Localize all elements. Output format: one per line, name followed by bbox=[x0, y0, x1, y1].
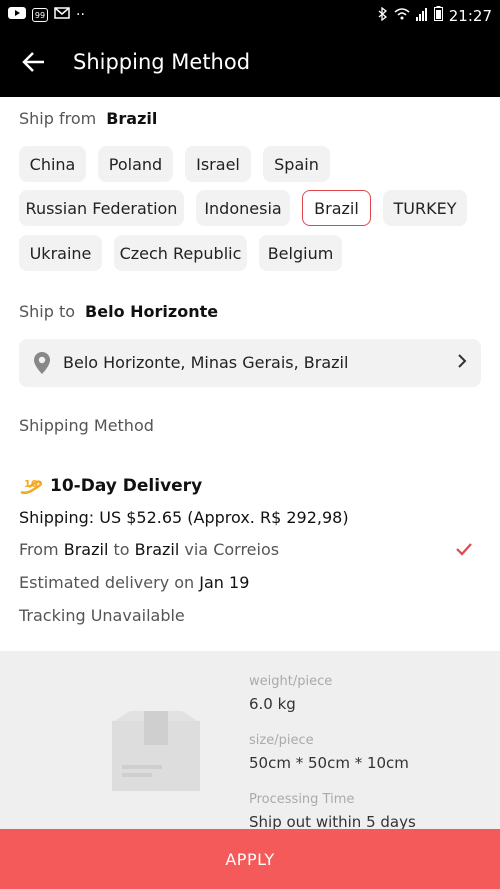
weight-value: 6.0 kg bbox=[249, 695, 296, 713]
country-chip-poland[interactable]: Poland bbox=[98, 146, 173, 182]
package-info-panel: weight/piece 6.0 kg size/piece 50cm * 50… bbox=[0, 651, 500, 831]
size-label: size/piece bbox=[249, 733, 314, 748]
country-chip-indonesia[interactable]: Indonesia bbox=[196, 190, 290, 226]
chevron-right-icon bbox=[457, 353, 467, 374]
tracking-status: Tracking Unavailable bbox=[19, 606, 185, 625]
country-chip-brazil[interactable]: Brazil bbox=[302, 190, 371, 226]
estimated-delivery-date: Jan 19 bbox=[199, 573, 250, 592]
country-chip-israel[interactable]: Israel bbox=[185, 146, 251, 182]
ship-from-header: Ship from Brazil bbox=[19, 109, 158, 128]
delivery-badge-icon: 10 bbox=[19, 476, 43, 496]
country-chip-russian-federation[interactable]: Russian Federation bbox=[19, 190, 184, 226]
mail-icon bbox=[54, 6, 70, 24]
country-chip-czech-republic[interactable]: Czech Republic bbox=[114, 235, 247, 271]
more-notifications-icon: ·· bbox=[76, 7, 85, 23]
ship-to-address-selector[interactable]: Belo Horizonte, Minas Gerais, Brazil bbox=[19, 339, 481, 387]
ship-to-address: Belo Horizonte, Minas Gerais, Brazil bbox=[63, 353, 349, 372]
shipping-cost: US $52.65 (Approx. R$ 292,98) bbox=[99, 508, 349, 527]
estimated-delivery-line: Estimated delivery on Jan 19 bbox=[19, 573, 250, 592]
size-value: 50cm * 50cm * 10cm bbox=[249, 754, 409, 772]
country-chip-china[interactable]: China bbox=[19, 146, 86, 182]
weight-label: weight/piece bbox=[249, 674, 333, 689]
signal-icon bbox=[415, 7, 428, 25]
selected-checkmark-icon bbox=[455, 541, 473, 560]
app-bar: Shipping Method bbox=[0, 30, 500, 97]
ship-to-value: Belo Horizonte bbox=[85, 302, 219, 321]
battery-icon bbox=[433, 6, 443, 25]
clock: 21:27 bbox=[448, 6, 492, 25]
shipping-cost-line: Shipping: US $52.65 (Approx. R$ 292,98) bbox=[19, 508, 349, 527]
package-box-icon bbox=[110, 711, 202, 797]
back-arrow-icon[interactable] bbox=[20, 48, 48, 76]
country-chip-ukraine[interactable]: Ukraine bbox=[19, 235, 102, 271]
youtube-icon bbox=[8, 6, 26, 24]
svg-text:10: 10 bbox=[24, 479, 38, 490]
page-title: Shipping Method bbox=[73, 50, 251, 74]
processing-time-label: Processing Time bbox=[249, 792, 355, 807]
country-chip-belgium[interactable]: Belgium bbox=[259, 235, 342, 271]
wifi-icon bbox=[394, 7, 410, 25]
shipping-option-name[interactable]: 10-Day Delivery bbox=[50, 476, 202, 496]
country-chip-turkey[interactable]: TURKEY bbox=[383, 190, 467, 226]
shipping-method-header: Shipping Method bbox=[19, 416, 154, 435]
status-bar: 99 ·· 21:27 bbox=[0, 0, 500, 30]
location-pin-icon bbox=[33, 351, 51, 379]
ship-to-header: Ship to Belo Horizonte bbox=[19, 302, 219, 321]
notification-box-icon: 99 bbox=[32, 8, 48, 22]
shipping-route-line: From Brazil to Brazil via Correios bbox=[19, 540, 280, 559]
apply-button[interactable]: APPLY bbox=[0, 829, 500, 889]
country-chip-spain[interactable]: Spain bbox=[263, 146, 330, 182]
ship-from-selected: Brazil bbox=[106, 109, 158, 128]
bluetooth-icon bbox=[378, 6, 388, 25]
